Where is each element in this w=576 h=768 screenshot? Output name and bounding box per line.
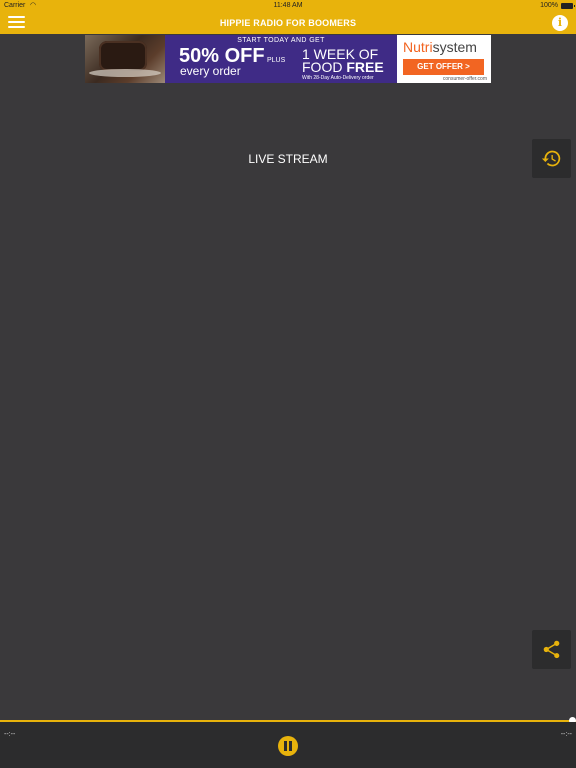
ad-offer-panel: START TODAY AND GET 50% OFF every order …	[165, 35, 397, 83]
battery-icon	[561, 3, 575, 9]
elapsed-time: --:--	[4, 731, 16, 738]
ad-food-image	[85, 35, 165, 83]
ad-brand-panel: Nutrisystem GET OFFER > consumer-offer.c…	[397, 35, 491, 83]
battery-percent: 100%	[540, 2, 558, 9]
ad-auto-delivery: With 28-Day Auto-Delivery order	[302, 75, 374, 81]
ad-brand-prefix: Nutri	[403, 39, 433, 55]
page-title: HIPPIE RADIO FOR BOOMERS	[219, 18, 357, 28]
ad-food-word: FOOD	[302, 59, 343, 75]
pause-icon-bar	[289, 741, 292, 751]
status-bar: Carrier ◠ 11:48 AM 100%	[0, 0, 576, 12]
ad-banner[interactable]: START TODAY AND GET 50% OFF every order …	[85, 35, 491, 83]
ad-plus: PLUS	[267, 57, 286, 64]
history-button[interactable]	[532, 139, 571, 178]
info-icon[interactable]: i	[552, 15, 568, 31]
pause-button[interactable]	[278, 736, 298, 756]
remaining-time: --:--	[560, 731, 572, 738]
ad-brand-logo: Nutrisystem	[403, 39, 477, 55]
stream-label: LIVE STREAM	[248, 152, 328, 166]
share-icon	[543, 640, 560, 659]
ad-every-order: every order	[180, 64, 241, 78]
player-bar: --:-- --:--	[0, 722, 576, 768]
clock: 11:48 AM	[273, 2, 303, 9]
ad-free-word: FREE	[346, 59, 384, 75]
ad-domain: consumer-offer.com	[442, 76, 487, 82]
ad-cta-button[interactable]: GET OFFER >	[403, 59, 484, 75]
nav-bar: HIPPIE RADIO FOR BOOMERS i	[0, 12, 576, 34]
history-icon	[541, 150, 561, 167]
share-button[interactable]	[532, 630, 571, 669]
ad-brand-suffix: system	[432, 39, 477, 55]
ad-start-text: START TODAY AND GET	[237, 37, 325, 44]
pause-icon	[284, 741, 287, 751]
ad-food-line: FOOD FREE	[302, 60, 384, 74]
